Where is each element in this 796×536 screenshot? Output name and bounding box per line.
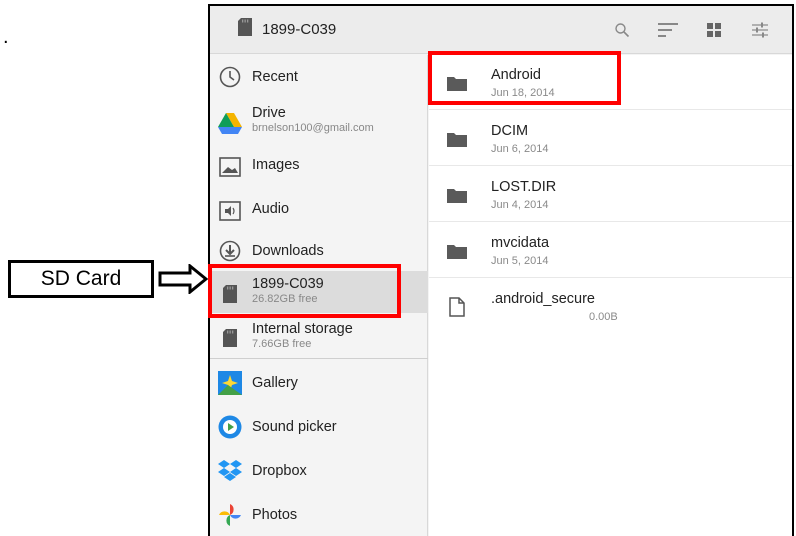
- gallery-icon: [218, 371, 242, 395]
- nav-label: Drive: [252, 105, 286, 121]
- file-name: .android_secure: [491, 291, 595, 307]
- sd-card-icon: [218, 282, 242, 306]
- file-date: Jun 18, 2014: [491, 87, 555, 99]
- folder-icon: [445, 72, 469, 94]
- app-bar: 1899-C039: [210, 6, 792, 54]
- nav-item-sound-picker[interactable]: Sound picker: [210, 405, 428, 449]
- list-item-dcim[interactable]: DCIM Jun 6, 2014: [429, 111, 792, 166]
- nav-label: Internal storage: [252, 321, 353, 337]
- free-space: 7.66GB free: [252, 338, 312, 350]
- file-date: Jun 5, 2014: [491, 255, 549, 267]
- nav-label: Images: [252, 157, 300, 173]
- sound-picker-icon: [218, 415, 242, 439]
- list-item-mvcidata[interactable]: mvcidata Jun 5, 2014: [429, 223, 792, 278]
- nav-label: 1899-C039: [252, 276, 324, 292]
- file-icon: [445, 296, 469, 318]
- nav-item-audio[interactable]: Audio: [210, 187, 428, 231]
- google-drive-icon: [218, 111, 242, 135]
- arrow-right-icon: [158, 264, 208, 294]
- list-item-lost-dir[interactable]: LOST.DIR Jun 4, 2014: [429, 167, 792, 222]
- file-name: Android: [491, 67, 541, 83]
- account-email: brnelson100@gmail.com: [252, 122, 374, 134]
- sd-card-callout: SD Card: [8, 260, 154, 298]
- nav-item-drive[interactable]: Drive brnelson100@gmail.com: [210, 99, 428, 143]
- photos-icon: [218, 503, 242, 527]
- drawer-divider: [210, 358, 428, 359]
- nav-label: Gallery: [252, 375, 298, 391]
- nav-item-recent[interactable]: Recent: [210, 55, 428, 99]
- folder-icon: [445, 240, 469, 262]
- grid-view-button[interactable]: [694, 10, 734, 50]
- page-title: 1899-C039: [262, 21, 337, 38]
- navigation-drawer: Recent Drive brnelson100@gmail.com Image…: [210, 55, 428, 536]
- sd-card-icon: [238, 18, 252, 41]
- nav-item-gallery[interactable]: Gallery: [210, 361, 428, 405]
- nav-label: Photos: [252, 507, 298, 523]
- settings-button[interactable]: [740, 10, 780, 50]
- image-icon: [218, 155, 242, 179]
- sort-button[interactable]: [648, 10, 688, 50]
- free-space: 26.82GB free: [252, 293, 318, 305]
- nav-item-photos[interactable]: Photos: [210, 493, 428, 536]
- stray-period: .: [3, 26, 9, 48]
- folder-icon: [445, 128, 469, 150]
- clock-icon: [218, 65, 242, 89]
- sort-icon: [658, 22, 678, 37]
- file-picker-window: 1899-C039 Recent Drive brnelson100@gmail…: [208, 4, 794, 536]
- nav-item-internal-storage[interactable]: Internal storage 7.66GB free: [210, 313, 428, 357]
- search-icon: [615, 22, 630, 37]
- file-name: mvcidata: [491, 235, 550, 251]
- nav-label: Recent: [252, 69, 298, 85]
- file-date: Jun 4, 2014: [491, 199, 549, 211]
- file-name: LOST.DIR: [491, 179, 557, 195]
- file-name: DCIM: [491, 123, 529, 139]
- storage-icon: [218, 326, 242, 350]
- list-item-android-secure[interactable]: .android_secure 0.00B: [429, 279, 792, 334]
- nav-item-dropbox[interactable]: Dropbox: [210, 449, 428, 493]
- grid-view-icon: [707, 22, 721, 37]
- app-bar-actions: [596, 10, 780, 50]
- nav-item-sd-card[interactable]: 1899-C039 26.82GB free: [210, 271, 428, 313]
- folder-icon: [445, 184, 469, 206]
- audio-icon: [218, 199, 242, 223]
- nav-label: Downloads: [252, 243, 324, 259]
- file-size: 0.00B: [589, 311, 618, 323]
- download-icon: [218, 239, 242, 263]
- search-button[interactable]: [602, 10, 642, 50]
- file-list: Android Jun 18, 2014 DCIM Jun 6, 2014 LO…: [429, 55, 792, 536]
- nav-label: Dropbox: [252, 463, 307, 479]
- list-item-android[interactable]: Android Jun 18, 2014: [429, 55, 792, 110]
- file-date: Jun 6, 2014: [491, 143, 549, 155]
- settings-sliders-icon: [752, 22, 768, 37]
- nav-item-downloads[interactable]: Downloads: [210, 231, 428, 271]
- dropbox-icon: [218, 459, 242, 483]
- nav-label: Sound picker: [252, 419, 337, 435]
- nav-item-images[interactable]: Images: [210, 143, 428, 187]
- nav-label: Audio: [252, 201, 290, 217]
